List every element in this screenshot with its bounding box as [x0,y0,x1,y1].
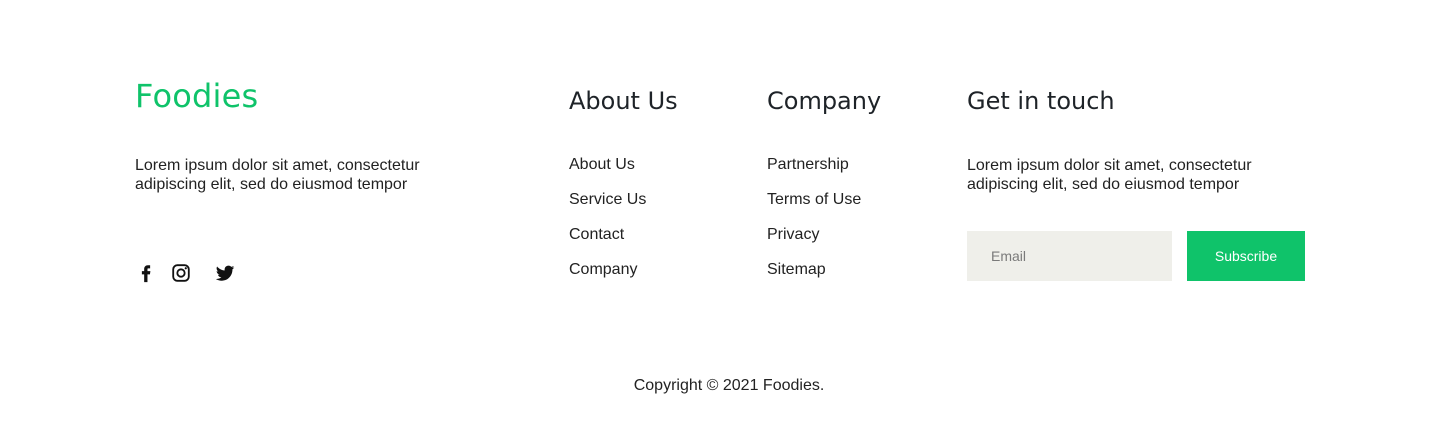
brand-logo[interactable]: Foodies [135,76,258,116]
company-link-privacy[interactable]: Privacy [767,225,861,260]
footer: Foodies Lorem ipsum dolor sit amet, cons… [0,0,1440,433]
email-input[interactable] [967,231,1172,281]
get-in-touch-heading: Get in touch [967,87,1115,115]
company-link-terms[interactable]: Terms of Use [767,190,861,225]
company-links: Partnership Terms of Use Privacy Sitemap [767,155,861,295]
company-heading: Company [767,87,882,115]
instagram-icon[interactable] [170,262,192,284]
facebook-icon[interactable] [135,262,157,284]
subscribe-button[interactable]: Subscribe [1187,231,1305,281]
brand-description: Lorem ipsum dolor sit amet, consectetur … [135,157,420,193]
copyright-text: Copyright © 2021 Foodies. [633,377,825,394]
about-link-contact[interactable]: Contact [569,225,646,260]
about-link-about-us[interactable]: About Us [569,155,646,190]
about-us-heading: About Us [569,87,678,115]
company-link-partnership[interactable]: Partnership [767,155,861,190]
about-link-service-us[interactable]: Service Us [569,190,646,225]
about-link-company[interactable]: Company [569,260,646,295]
about-us-links: About Us Service Us Contact Company [569,155,646,295]
twitter-icon[interactable] [214,262,236,284]
company-link-sitemap[interactable]: Sitemap [767,260,861,295]
get-in-touch-description: Lorem ipsum dolor sit amet, consectetur … [967,157,1252,193]
